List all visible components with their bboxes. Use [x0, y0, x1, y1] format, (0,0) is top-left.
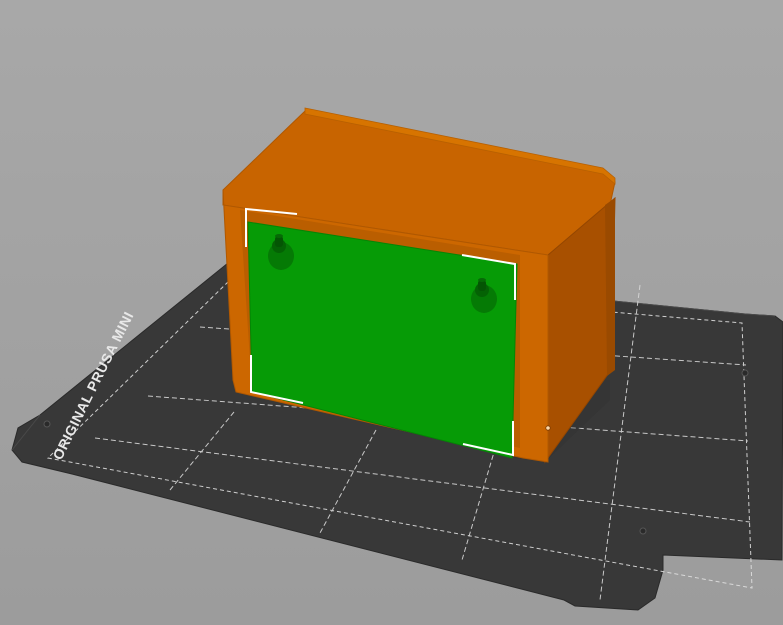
bed-mounting-hole: [639, 527, 647, 535]
side-port-icon: [545, 425, 551, 431]
bed-mounting-hole: [741, 369, 749, 377]
bed-mounting-hole: [43, 420, 51, 428]
3d-viewport[interactable]: ORIGINAL PRUSA MINI: [0, 0, 783, 625]
scene-canvas[interactable]: ORIGINAL PRUSA MINI: [0, 0, 783, 625]
